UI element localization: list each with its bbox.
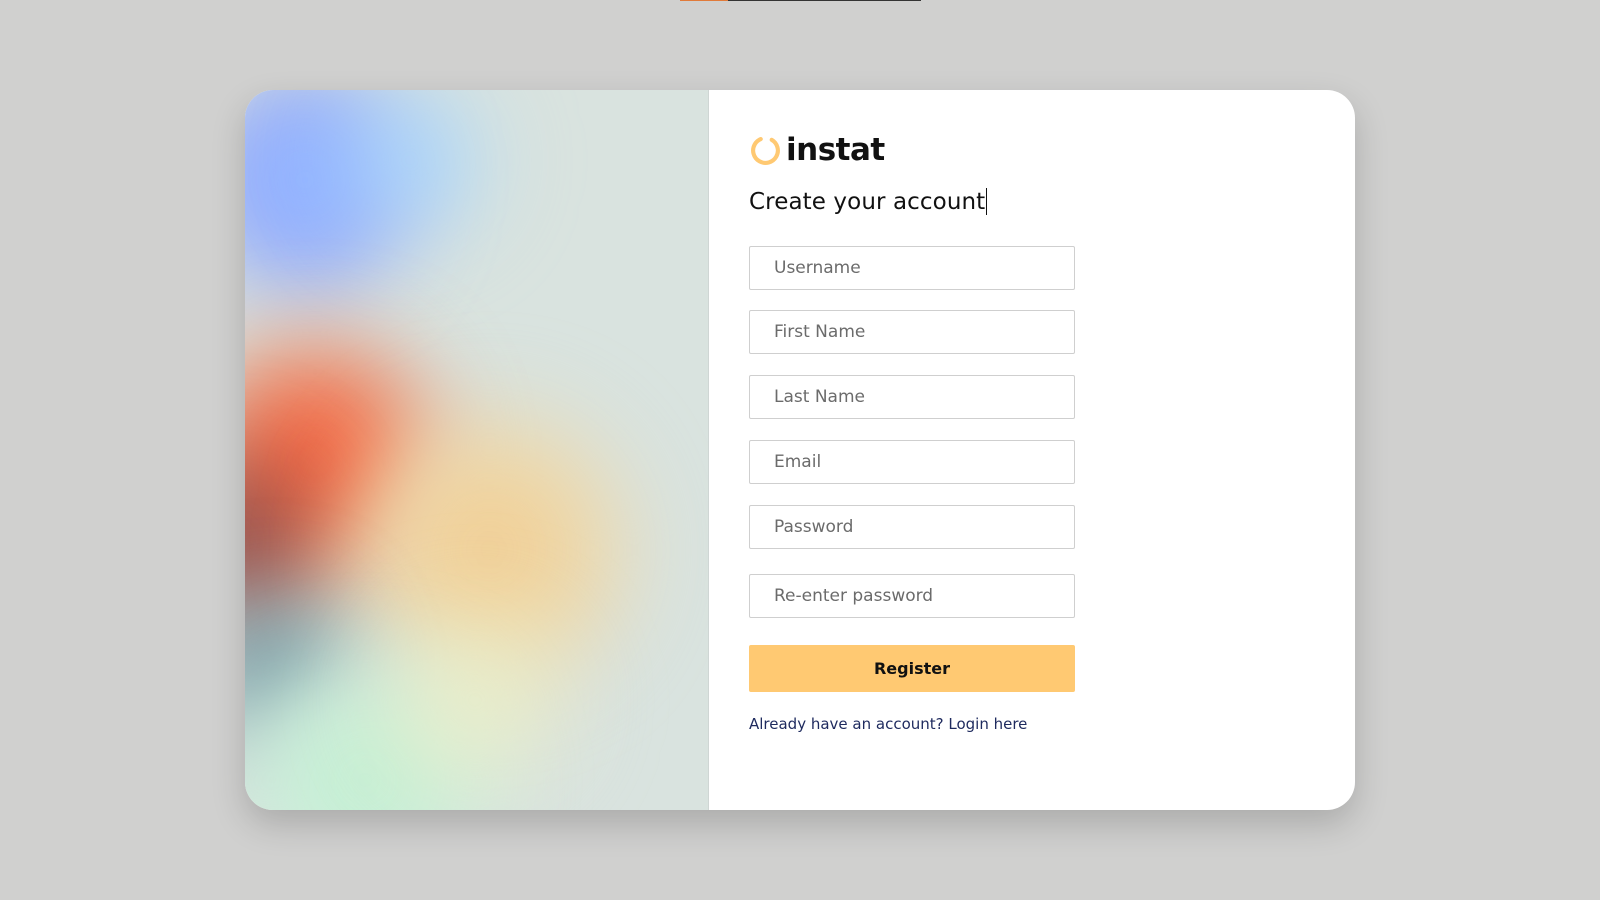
- register-button[interactable]: Register: [749, 645, 1075, 692]
- username-input[interactable]: [749, 246, 1075, 290]
- confirm-password-input[interactable]: [749, 574, 1075, 618]
- email-input[interactable]: [749, 440, 1075, 484]
- register-form: instat Create your account Register Alre…: [709, 90, 1355, 810]
- brand-name: instat: [786, 132, 885, 168]
- first-name-input[interactable]: [749, 310, 1075, 354]
- register-card: instat Create your account Register Alre…: [245, 90, 1355, 810]
- page-title: Create your account: [749, 188, 988, 215]
- password-input[interactable]: [749, 505, 1075, 549]
- gradient-artwork: [245, 90, 709, 810]
- top-progress-fill: [680, 0, 729, 1]
- text-caret: [986, 188, 988, 215]
- login-link[interactable]: Already have an account? Login here: [749, 715, 1027, 733]
- ring-logo-icon: [751, 135, 780, 165]
- last-name-input[interactable]: [749, 375, 1075, 419]
- top-progress-bar: [680, 0, 921, 1]
- brand-logo: instat: [749, 130, 885, 170]
